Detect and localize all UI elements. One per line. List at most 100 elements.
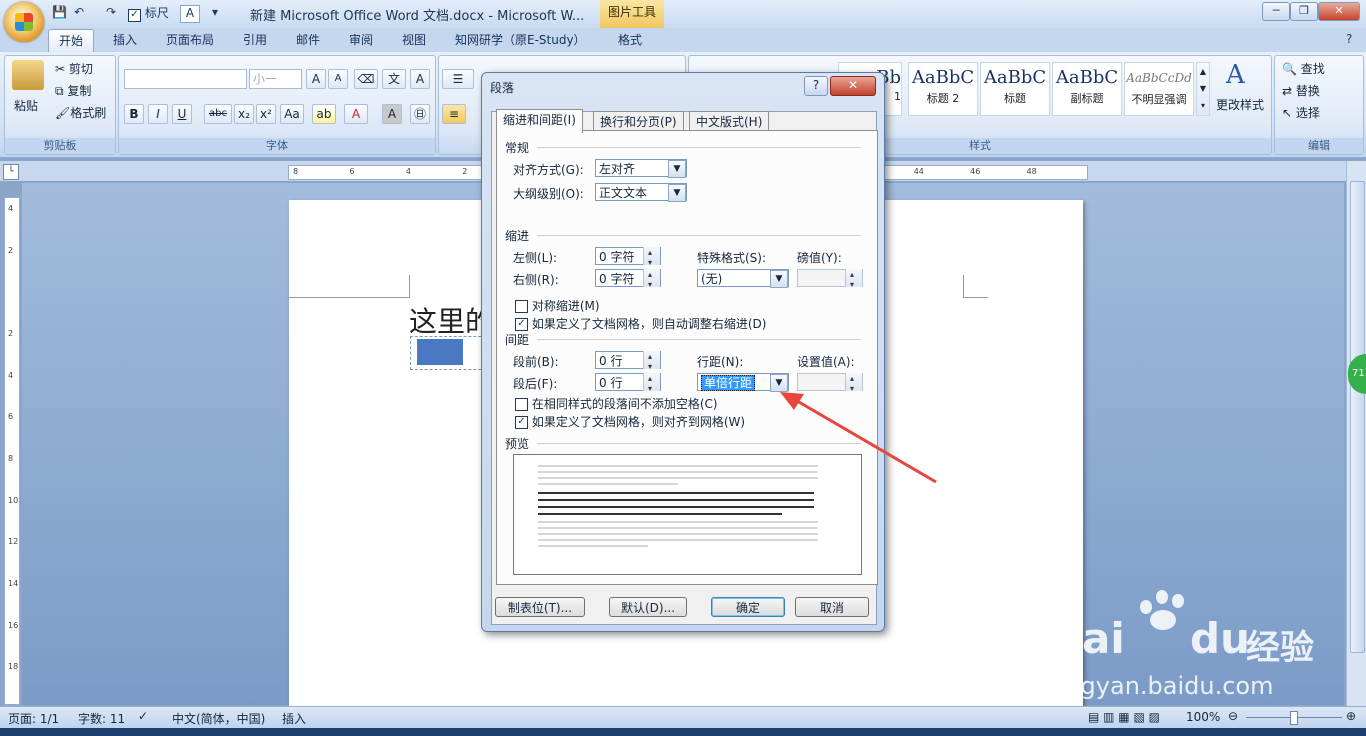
tab-review[interactable]: 审阅 xyxy=(339,29,383,51)
tab-selector-icon[interactable]: └ xyxy=(3,164,19,180)
spacing-before-input[interactable]: 0 行 xyxy=(595,348,661,376)
indent-left-input[interactable]: 0 字符 xyxy=(595,244,661,272)
style-tile-subtitle[interactable]: AaBbC 副标题 xyxy=(1052,62,1122,116)
dialog-help-button[interactable]: ? xyxy=(804,76,828,96)
redo-icon[interactable]: ↷ xyxy=(106,5,116,21)
bullets-icon[interactable]: ☰ xyxy=(442,69,474,89)
change-styles-label[interactable]: 更改样式 xyxy=(1216,96,1264,113)
chevron-down-icon[interactable]: ▼ xyxy=(770,374,788,392)
language[interactable]: 中文(简体，中国) xyxy=(172,710,265,727)
at-input[interactable] xyxy=(797,370,863,398)
restore-button[interactable]: ❐ xyxy=(1290,2,1318,21)
style-tile-title[interactable]: AaBbC 标题 xyxy=(980,62,1050,116)
style-tile-heading2[interactable]: AaBbC 标题 2 xyxy=(908,62,978,116)
insert-mode[interactable]: 插入 xyxy=(282,710,306,727)
line-spacing-select[interactable]: 单倍行距 ▼ xyxy=(697,373,789,392)
strikethrough-button[interactable]: abc xyxy=(204,104,232,124)
page-count[interactable]: 页面: 1/1 xyxy=(8,710,59,727)
tab-cnki[interactable]: 知网研学（原E-Study） xyxy=(445,29,596,51)
spinner-icon[interactable] xyxy=(643,244,660,272)
shrink-font-button[interactable]: A xyxy=(328,69,348,89)
format-painter-button[interactable]: 🖌格式刷 xyxy=(55,104,106,121)
outline-level-select[interactable]: 正文文本 ▼ xyxy=(595,183,687,202)
no-space-checkbox[interactable]: 在相同样式的段落间不添加空格(C) xyxy=(515,395,718,412)
tab-asian-typography[interactable]: 中文版式(H) xyxy=(689,111,770,132)
qat-customize-icon[interactable]: ▾ xyxy=(212,5,218,21)
dialog-close-button[interactable]: ✕ xyxy=(830,76,876,96)
special-select[interactable]: (无) ▼ xyxy=(697,269,789,288)
save-icon[interactable]: 💾 xyxy=(52,5,67,21)
spinner-icon[interactable] xyxy=(845,266,862,294)
minimize-button[interactable]: ─ xyxy=(1262,2,1290,21)
cancel-button[interactable]: 取消 xyxy=(795,597,869,617)
chevron-down-icon[interactable]: ▼ xyxy=(770,270,788,288)
font-size-combo[interactable]: 小一 xyxy=(249,69,302,89)
subscript-button[interactable]: x₂ xyxy=(234,104,254,124)
ok-button[interactable]: 确定 xyxy=(711,597,785,617)
grow-font-button[interactable]: A xyxy=(306,69,326,89)
cut-button[interactable]: ✂ 剪切 xyxy=(55,60,93,77)
highlight-icon[interactable]: ab xyxy=(312,104,336,124)
tab-mailings[interactable]: 邮件 xyxy=(286,29,330,51)
tab-page-layout[interactable]: 页面布局 xyxy=(156,29,224,51)
inline-picture[interactable] xyxy=(410,336,486,370)
close-window-button[interactable]: ✕ xyxy=(1318,2,1360,21)
tab-format[interactable]: 格式 xyxy=(608,29,652,51)
tab-indents-spacing[interactable]: 缩进和间距(I) xyxy=(496,109,583,133)
find-button[interactable]: 🔍 查找 xyxy=(1282,60,1325,77)
tab-insert[interactable]: 插入 xyxy=(103,29,147,51)
alignment-select[interactable]: 左对齐 ▼ xyxy=(595,159,687,178)
clear-format-icon[interactable]: ⌫ xyxy=(354,69,378,89)
office-button[interactable] xyxy=(4,2,44,42)
tab-view[interactable]: 视图 xyxy=(392,29,436,51)
auto-adjust-checkbox[interactable]: ✓ 如果定义了文档网格，则自动调整右缩进(D) xyxy=(515,315,766,332)
bold-button[interactable]: B xyxy=(124,104,144,124)
underline-button[interactable]: U xyxy=(172,104,192,124)
spinner-icon[interactable] xyxy=(643,370,660,398)
chevron-down-icon[interactable]: ▼ xyxy=(668,184,686,202)
undo-icon[interactable]: ↶ xyxy=(74,5,84,21)
vertical-ruler[interactable]: 4 2 2 4 6 8 10 12 14 16 18 xyxy=(4,197,20,705)
by-input[interactable] xyxy=(797,266,863,294)
spell-check-icon[interactable]: A xyxy=(180,5,200,23)
paste-icon[interactable] xyxy=(12,60,44,90)
styles-scroll-icon[interactable]: ▲ ▼ ▾ xyxy=(1196,62,1210,116)
font-color-icon[interactable]: A xyxy=(344,104,368,124)
word-count[interactable]: 字数: 11 xyxy=(78,710,125,727)
tab-home[interactable]: 开始 xyxy=(48,29,95,52)
tab-references[interactable]: 引用 xyxy=(233,29,277,51)
paste-label[interactable]: 粘贴 xyxy=(14,97,38,114)
change-case-button[interactable]: Aa xyxy=(280,104,304,124)
ruler-checkbox[interactable]: ✓ 标尺 xyxy=(128,4,169,22)
spacing-after-input[interactable]: 0 行 xyxy=(595,370,661,398)
tab-line-page-breaks[interactable]: 换行和分页(P) xyxy=(593,111,684,132)
replace-button[interactable]: ⇄ 替换 xyxy=(1282,82,1320,99)
zoom-in-icon[interactable]: ⊕ xyxy=(1346,709,1356,723)
char-border-icon[interactable]: A xyxy=(410,69,430,89)
font-name-combo[interactable] xyxy=(124,69,247,89)
indent-right-input[interactable]: 0 字符 xyxy=(595,266,661,294)
spinner-icon[interactable] xyxy=(643,266,660,294)
change-styles-icon[interactable]: A xyxy=(1226,60,1245,90)
tabs-button[interactable]: 制表位(T)... xyxy=(495,597,585,617)
zoom-level[interactable]: 100% xyxy=(1186,710,1220,724)
snap-grid-checkbox[interactable]: ✓ 如果定义了文档网格，则对齐到网格(W) xyxy=(515,413,745,430)
spinner-icon[interactable] xyxy=(643,348,660,376)
mirror-indent-checkbox[interactable]: 对称缩进(M) xyxy=(515,297,600,314)
set-default-button[interactable]: 默认(D)... xyxy=(609,597,687,617)
help-icon[interactable]: ? xyxy=(1346,32,1352,46)
zoom-slider-thumb[interactable] xyxy=(1290,711,1298,725)
chevron-down-icon[interactable]: ▼ xyxy=(668,160,686,178)
select-button[interactable]: ↖ 选择 xyxy=(1282,104,1320,121)
superscript-button[interactable]: x² xyxy=(256,104,276,124)
scroll-thumb[interactable] xyxy=(1350,181,1365,653)
copy-button[interactable]: ⧉ 复制 xyxy=(55,82,91,99)
spinner-icon[interactable] xyxy=(845,370,862,398)
proofing-icon[interactable]: ✓ xyxy=(138,709,148,723)
char-shading-icon[interactable]: A xyxy=(382,104,402,124)
zoom-out-icon[interactable]: ⊖ xyxy=(1228,709,1238,723)
enclose-char-icon[interactable]: ㊐ xyxy=(410,104,430,124)
align-left-icon[interactable]: ≡ xyxy=(442,104,466,124)
view-buttons-icon[interactable]: ▤ ▥ ▦ ▧ ▨ xyxy=(1088,710,1160,724)
italic-button[interactable]: I xyxy=(148,104,168,124)
